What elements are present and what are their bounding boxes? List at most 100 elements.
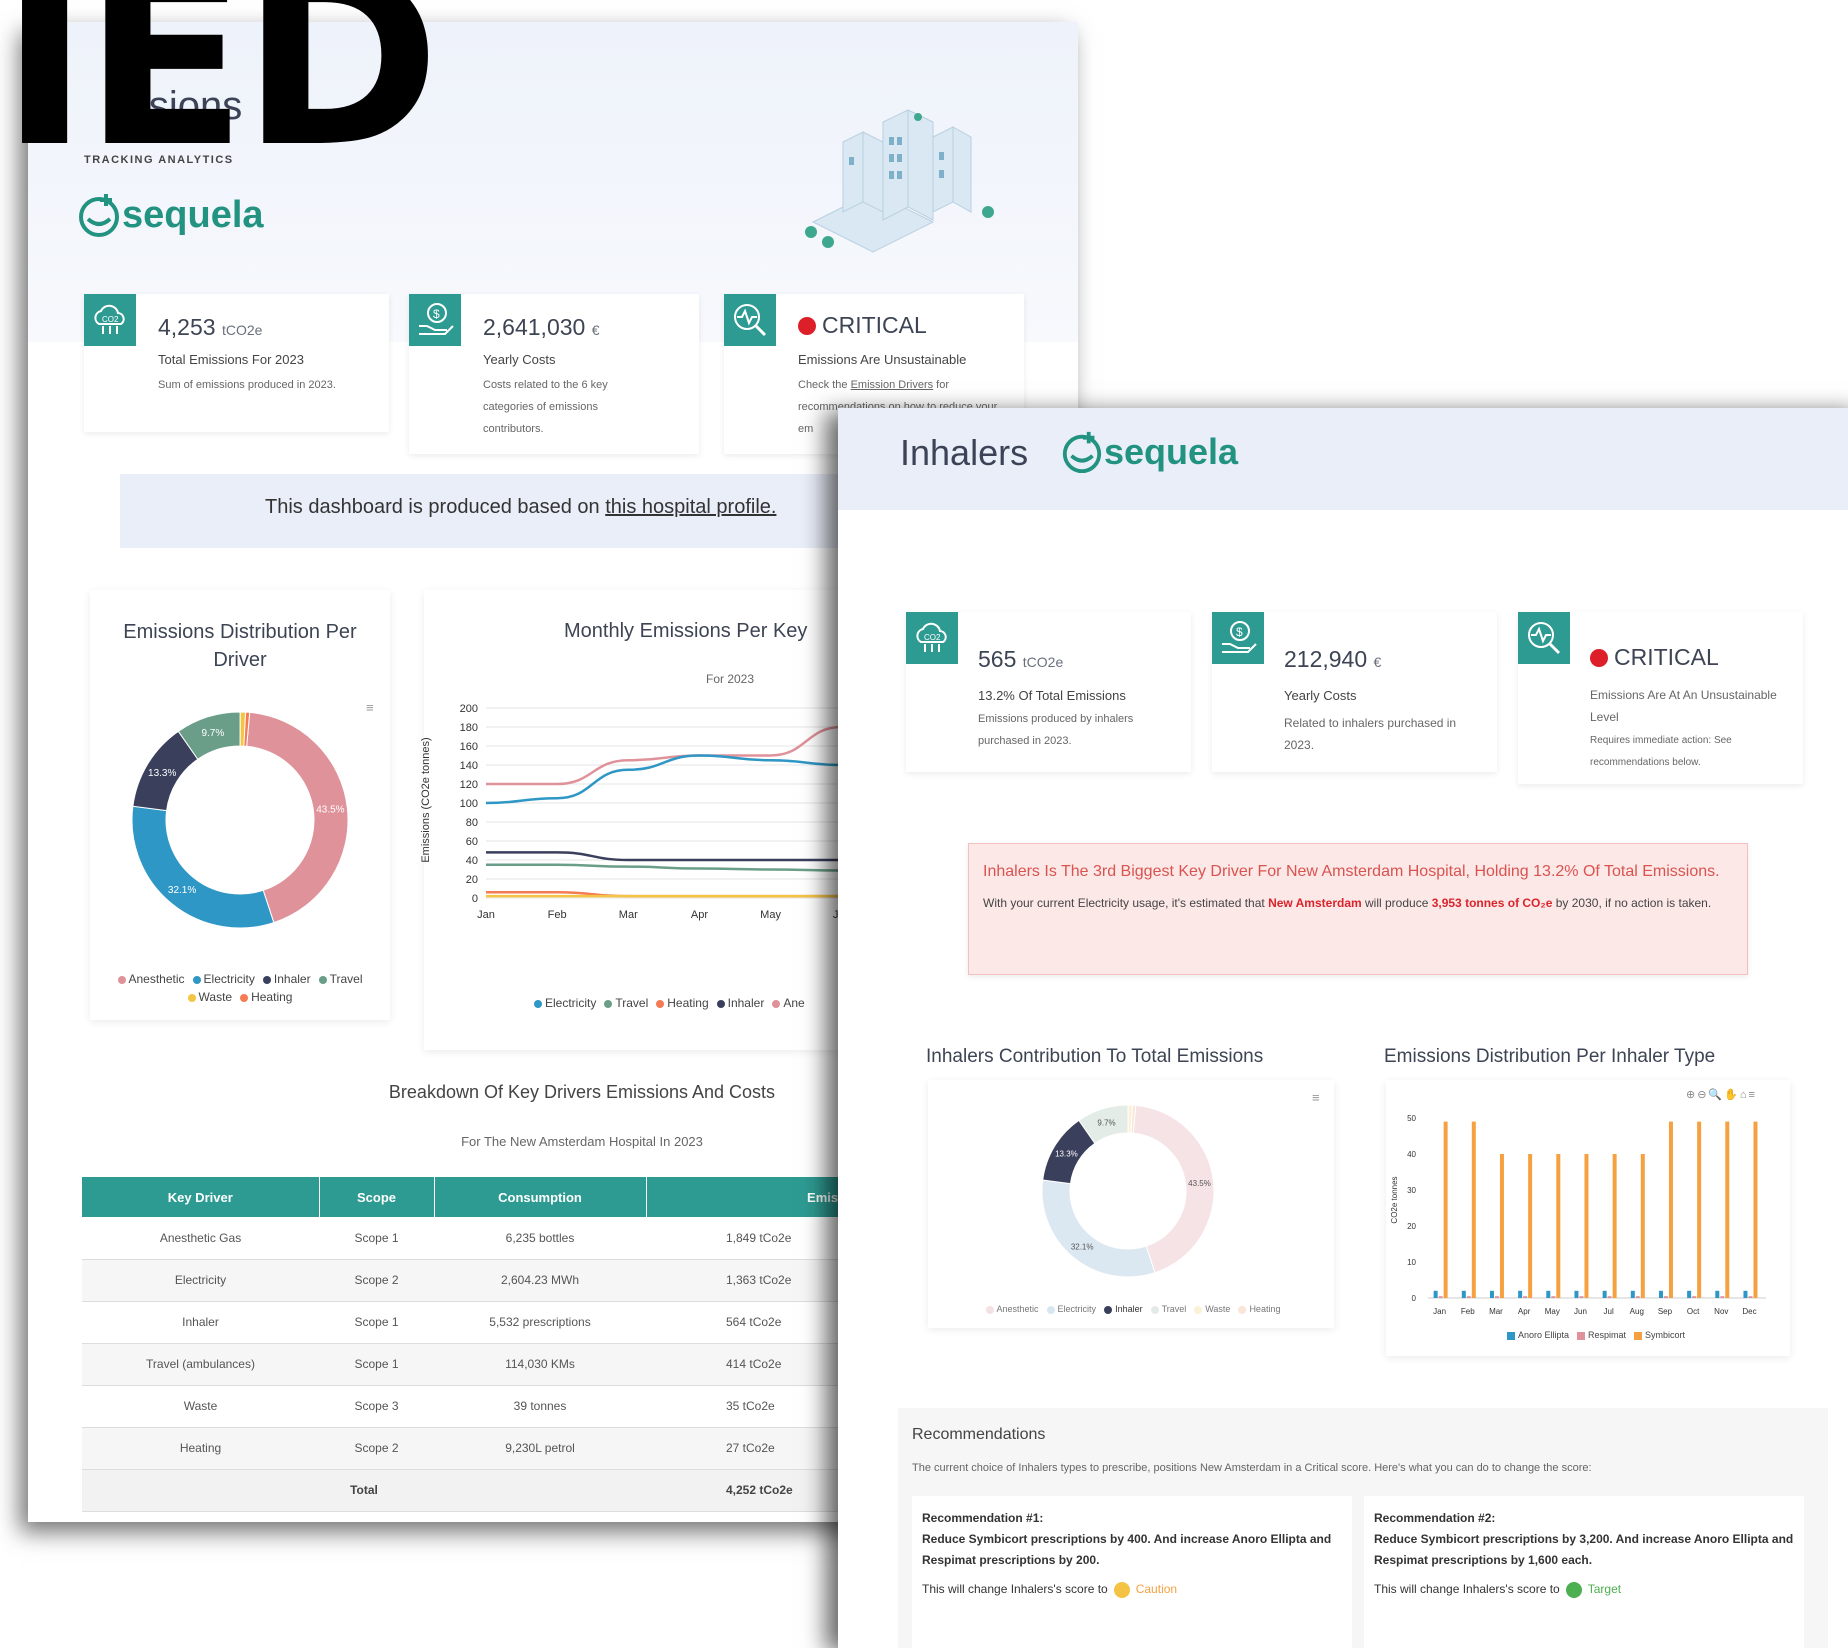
legend-item-anesthetic[interactable]: Anesthetic xyxy=(985,1304,1039,1314)
target-score-dot xyxy=(1565,1581,1582,1598)
critical-alert-box: Inhalers Is The 3rd Biggest Key Driver F… xyxy=(968,843,1748,975)
cell-key-driver: Anesthetic Gas xyxy=(82,1217,319,1260)
x-tick-label: May xyxy=(760,909,781,921)
score-label: Target xyxy=(1587,1582,1622,1596)
kpi-unit: tCO2e xyxy=(221,322,263,338)
critical-status-dot xyxy=(1590,648,1608,667)
cell-key-driver: Travel (ambulances) xyxy=(82,1343,319,1386)
cell-consumption: 5,532 prescriptions xyxy=(434,1301,646,1344)
recommendation-card[interactable]: Recommendation #2: Reduce Symbicort pres… xyxy=(1364,1496,1804,1648)
bar-anoro-ellipta[interactable] xyxy=(1546,1290,1551,1298)
kpi-value: CRITICAL xyxy=(1614,644,1719,670)
data-label-inhaler: 13.3% xyxy=(148,768,176,779)
bar-respimat[interactable] xyxy=(1523,1296,1528,1298)
x-tick-label: Apr xyxy=(1518,1307,1531,1316)
legend-item-anesthetic[interactable]: Anesthetic xyxy=(117,972,185,986)
column-header-consumption[interactable]: Consumption xyxy=(434,1177,647,1217)
legend-item-inhaler[interactable]: Inhaler xyxy=(262,972,311,986)
bar-anoro-ellipta[interactable] xyxy=(1658,1290,1663,1298)
bar-symbicort[interactable] xyxy=(1443,1121,1448,1298)
emission-drivers-link[interactable]: Emission Drivers xyxy=(851,379,934,391)
legend-item-travel[interactable]: Travel xyxy=(1150,1304,1186,1314)
legend-item-waste[interactable]: Waste xyxy=(1194,1304,1230,1314)
legend-item-travel[interactable]: Travel xyxy=(604,996,648,1010)
legend-item-inhaler[interactable]: Inhaler xyxy=(716,996,764,1010)
recommendation-card[interactable]: Recommendation #1: Reduce Symbicort pres… xyxy=(912,1496,1352,1648)
y-tick-label: 180 xyxy=(460,722,478,734)
kpi-description: Requires immediate action: See recommend… xyxy=(1590,735,1732,768)
svg-text:$: $ xyxy=(1236,625,1243,639)
legend-item-waste[interactable]: Waste xyxy=(187,990,232,1004)
x-tick-label: Jan xyxy=(477,909,495,921)
bar-respimat[interactable] xyxy=(1438,1296,1443,1298)
x-tick-label: Jan xyxy=(1433,1307,1446,1316)
hospital-profile-link[interactable]: this hospital profile. xyxy=(605,496,776,518)
legend-item-electricity[interactable]: Electricity xyxy=(192,972,255,986)
bar-respimat[interactable] xyxy=(1720,1296,1725,1298)
alert-heading: Inhalers Is The 3rd Biggest Key Driver F… xyxy=(983,863,1720,880)
bar-respimat[interactable] xyxy=(1692,1296,1697,1298)
bar-symbicort[interactable] xyxy=(1499,1154,1504,1298)
bar-anoro-ellipta[interactable] xyxy=(1687,1290,1692,1298)
bar-symbicort[interactable] xyxy=(1697,1121,1702,1298)
bar-anoro-ellipta[interactable] xyxy=(1489,1290,1494,1298)
bar-anoro-ellipta[interactable] xyxy=(1630,1290,1635,1298)
svg-text:$: $ xyxy=(433,307,440,321)
bar-symbicort[interactable] xyxy=(1640,1154,1645,1298)
legend-item-anoro-ellipta[interactable]: Anoro Ellipta xyxy=(1506,1330,1569,1340)
x-tick-label: Jun xyxy=(1574,1307,1587,1316)
bar-symbicort[interactable] xyxy=(1471,1121,1476,1298)
svg-text:CO2: CO2 xyxy=(102,315,119,324)
bar-respimat[interactable] xyxy=(1494,1296,1499,1298)
bar-anoro-ellipta[interactable] xyxy=(1518,1290,1523,1298)
section-title: Recommendations xyxy=(912,1426,1046,1443)
bar-respimat[interactable] xyxy=(1466,1296,1471,1298)
legend-item-respimat[interactable]: Respimat xyxy=(1577,1330,1626,1340)
y-tick-label: 100 xyxy=(460,798,478,810)
bar-symbicort[interactable] xyxy=(1753,1121,1758,1298)
legend-item-symbicort[interactable]: Symbicort xyxy=(1634,1330,1685,1340)
legend-item-anesthetic[interactable]: Ane xyxy=(772,996,805,1010)
emissions-distribution-panel: Emissions Distribution Per Driver ≡ 43.5… xyxy=(90,590,390,1020)
legend-item-travel[interactable]: Travel xyxy=(318,972,363,986)
legend-item-heating[interactable]: Heating xyxy=(240,990,292,1004)
column-header-scope[interactable]: Scope xyxy=(319,1177,435,1217)
chart-legend: Anoro Ellipta Respimat Symbicort xyxy=(1446,1330,1746,1340)
chart-title: Inhalers Contribution To Total Emissions xyxy=(926,1046,1264,1067)
legend-item-heating[interactable]: Heating xyxy=(1238,1304,1280,1314)
cell-scope: Scope 1 xyxy=(319,1217,434,1260)
bar-anoro-ellipta[interactable] xyxy=(1715,1290,1720,1298)
x-tick-label: Apr xyxy=(691,909,708,921)
bar-symbicort[interactable] xyxy=(1668,1121,1673,1298)
bar-respimat[interactable] xyxy=(1748,1296,1753,1298)
legend-item-inhaler[interactable]: Inhaler xyxy=(1104,1304,1143,1314)
bar-symbicort[interactable] xyxy=(1556,1154,1561,1298)
legend-item-heating[interactable]: Heating xyxy=(656,996,709,1010)
chart-menu-icon[interactable]: ≡ xyxy=(1312,1090,1320,1105)
bar-respimat[interactable] xyxy=(1663,1296,1668,1298)
bar-respimat[interactable] xyxy=(1607,1296,1612,1298)
alert-body: With your current Electricity usage, it'… xyxy=(983,893,1733,913)
column-header-key-driver[interactable]: Key Driver xyxy=(82,1177,320,1217)
donut-slice-electricity[interactable] xyxy=(1041,1179,1156,1278)
donut-slice-electricity[interactable] xyxy=(131,805,275,929)
bar-symbicort[interactable] xyxy=(1612,1154,1617,1298)
bar-respimat[interactable] xyxy=(1579,1296,1584,1298)
bar-anoro-ellipta[interactable] xyxy=(1574,1290,1579,1298)
bar-respimat[interactable] xyxy=(1551,1296,1556,1298)
bar-anoro-ellipta[interactable] xyxy=(1602,1290,1607,1298)
bar-symbicort[interactable] xyxy=(1528,1154,1533,1298)
bar-symbicort[interactable] xyxy=(1584,1154,1589,1298)
sequela-logo[interactable]: sequela xyxy=(1060,430,1238,474)
legend-item-electricity[interactable]: Electricity xyxy=(534,996,596,1010)
legend-item-electricity[interactable]: Electricity xyxy=(1046,1304,1096,1314)
bar-symbicort[interactable] xyxy=(1725,1121,1730,1298)
bar-respimat[interactable] xyxy=(1635,1296,1640,1298)
bar-anoro-ellipta[interactable] xyxy=(1433,1290,1438,1298)
cell-scope: Scope 1 xyxy=(319,1343,434,1386)
cell-consumption: 114,030 KMs xyxy=(434,1343,646,1386)
bar-anoro-ellipta[interactable] xyxy=(1461,1290,1466,1298)
bar-anoro-ellipta[interactable] xyxy=(1743,1290,1748,1298)
kpi-inhaler-emissions: CO2 565 tCO2e 13.2% Of Total Emissions E… xyxy=(906,612,1191,772)
recommendation-text: Reduce Symbicort prescriptions by 3,200.… xyxy=(1374,1532,1794,1567)
